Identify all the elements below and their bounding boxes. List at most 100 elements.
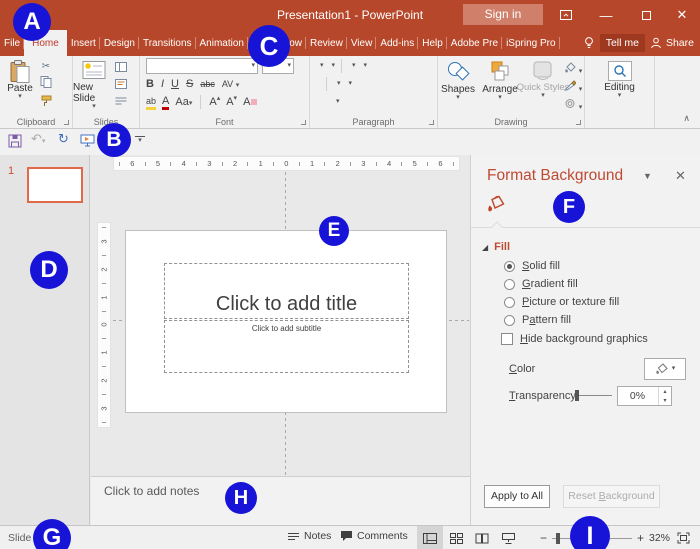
minimize-button[interactable]: — — [592, 0, 620, 30]
apply-to-all-button[interactable]: Apply to All — [484, 485, 550, 508]
color-dropdown-arrow: ▾ — [672, 366, 676, 372]
slide-layout-button[interactable] — [115, 62, 127, 75]
underline-button[interactable]: U — [171, 78, 179, 90]
zoom-slider-thumb[interactable] — [556, 533, 560, 544]
slide-canvas[interactable]: Click to add title Click to add subtitle — [125, 230, 447, 413]
start-from-beginning-button[interactable] — [80, 134, 95, 152]
shapes-button[interactable]: Shapes ▾ — [438, 56, 478, 112]
tab-insert[interactable]: Insert — [67, 30, 100, 56]
italic-button[interactable]: I — [161, 78, 164, 90]
font-dialog-launcher[interactable] — [301, 120, 306, 125]
undo-button[interactable]: ↶▾ — [31, 132, 45, 147]
quick-styles-button[interactable]: Quick Styles ▾ — [522, 56, 564, 112]
radio-gradient-fill[interactable]: Gradient fill — [504, 275, 619, 293]
font-name-combo[interactable]: ▾ — [146, 58, 258, 74]
annotation-B: B — [97, 123, 131, 157]
new-slide-button[interactable]: New Slide ▾ — [73, 56, 115, 110]
arrange-button[interactable]: Arrange ▾ — [478, 56, 522, 112]
save-button[interactable] — [8, 134, 22, 153]
bold-button[interactable]: B — [146, 78, 154, 90]
paste-button[interactable]: Paste ▾ — [0, 56, 40, 110]
tab-help[interactable]: Help — [418, 30, 447, 56]
slide-show-view-button[interactable] — [495, 526, 521, 549]
decrease-font-button[interactable]: A▾ — [226, 96, 237, 108]
share-button[interactable]: Share — [650, 37, 694, 49]
shape-fill-button[interactable]: ▾ — [564, 62, 582, 76]
ribbon-filler: ∧ — [655, 56, 700, 128]
transparency-spinner[interactable]: 0% ▴▾ — [617, 386, 672, 406]
pane-options-dropdown[interactable]: ▼ — [643, 171, 652, 181]
redo-button[interactable]: ↻ — [58, 132, 69, 147]
paragraph-dialog-launcher[interactable] — [429, 120, 434, 125]
subtitle-placeholder[interactable]: Click to add subtitle — [164, 320, 409, 373]
tab-transitions[interactable]: Transitions — [139, 30, 196, 56]
reset-background-button[interactable]: Reset Background — [563, 485, 660, 508]
increase-font-button[interactable]: A▴ — [209, 96, 220, 108]
shape-effects-button[interactable]: ▾ — [564, 98, 582, 112]
slide-sorter-view-button[interactable] — [443, 526, 469, 549]
shape-outline-icon — [564, 80, 576, 91]
tab-animation[interactable]: Animation — [196, 30, 248, 56]
share-label: Share — [666, 37, 694, 49]
text-shadow-button[interactable]: S — [186, 78, 193, 90]
drawing-dialog-launcher[interactable] — [576, 120, 581, 125]
editing-button[interactable]: Editing ▾ — [585, 82, 654, 99]
shape-outline-button[interactable]: ▾ — [564, 80, 582, 94]
maximize-button[interactable] — [632, 0, 660, 30]
slide-1-thumbnail[interactable] — [27, 167, 83, 203]
comments-button[interactable]: Comments — [340, 530, 408, 542]
close-button[interactable]: ✕ — [668, 0, 696, 30]
tell-me-button[interactable]: Tell me — [600, 34, 645, 52]
tab-review[interactable]: Review — [306, 30, 347, 56]
reading-view-view-button[interactable] — [469, 526, 495, 549]
clear-formatting-button[interactable]: A — [243, 96, 257, 108]
collapse-ribbon-button[interactable]: ∧ — [683, 113, 690, 124]
slides-small-buttons — [115, 56, 127, 110]
notes-pane[interactable]: Click to add notes — [91, 476, 470, 525]
normal-view-button[interactable] — [417, 526, 443, 549]
hide-background-graphics-checkbox[interactable]: Hide background graphics — [501, 333, 648, 345]
editing-search-box[interactable] — [608, 61, 632, 81]
transparency-slider-track[interactable] — [574, 395, 612, 396]
change-case-button[interactable]: Aa▾ — [175, 96, 192, 108]
fill-section-header[interactable]: ◢ Fill — [482, 241, 510, 253]
ruler-mark — [170, 162, 171, 166]
zoom-out-button[interactable]: − — [540, 531, 547, 545]
reset-slide-button[interactable] — [115, 79, 127, 92]
copy-button[interactable] — [40, 76, 52, 91]
tab-ispring-pro[interactable]: iSpring Pro — [502, 30, 559, 56]
ruler-mark — [273, 162, 274, 166]
paste-dropdown-arrow: ▾ — [18, 94, 22, 100]
zoom-level[interactable]: 32% — [649, 532, 670, 544]
sign-in-button[interactable]: Sign in — [463, 4, 543, 25]
color-picker-button[interactable]: ▾ — [644, 358, 686, 380]
transparency-spin-buttons[interactable]: ▴▾ — [658, 387, 671, 405]
pane-close-button[interactable]: ✕ — [675, 168, 686, 184]
radio-picture-or-texture-fill[interactable]: Picture or texture fill — [504, 293, 619, 311]
strikethrough-button[interactable]: abc — [200, 78, 215, 90]
font-color-button[interactable]: A — [162, 95, 169, 110]
radio-solid-fill[interactable]: Solid fill — [504, 257, 619, 275]
notes-toggle-button[interactable]: Notes — [287, 530, 331, 542]
clipboard-dialog-launcher[interactable] — [64, 120, 69, 125]
radio-icon — [504, 315, 515, 326]
slide-editor: 6543210123456 3210123 Click to add title… — [91, 155, 470, 525]
radio-pattern-fill[interactable]: Pattern fill — [504, 311, 619, 329]
highlight-color-button[interactable]: ab — [146, 95, 156, 110]
section-button[interactable] — [115, 96, 127, 109]
tab-add-ins[interactable]: Add-ins — [376, 30, 418, 56]
tab-view[interactable]: View — [347, 30, 377, 56]
transparency-slider-thumb[interactable] — [575, 390, 579, 401]
title-placeholder[interactable]: Click to add title — [164, 263, 409, 319]
divider — [326, 77, 327, 91]
format-painter-button[interactable] — [40, 95, 52, 110]
ribbon-display-options-button[interactable] — [552, 0, 580, 30]
zoom-in-button[interactable]: + — [637, 531, 644, 545]
customize-qat-button[interactable]: ▾ — [135, 136, 145, 145]
character-spacing-button[interactable]: AV ▾ — [222, 78, 239, 90]
fit-slide-button[interactable] — [677, 532, 690, 547]
clipboard-small-buttons: ✂ — [40, 56, 52, 110]
tab-adobe-pre[interactable]: Adobe Pre — [447, 30, 502, 56]
tab-design[interactable]: Design — [100, 30, 139, 56]
cut-button[interactable]: ✂ — [40, 62, 52, 72]
